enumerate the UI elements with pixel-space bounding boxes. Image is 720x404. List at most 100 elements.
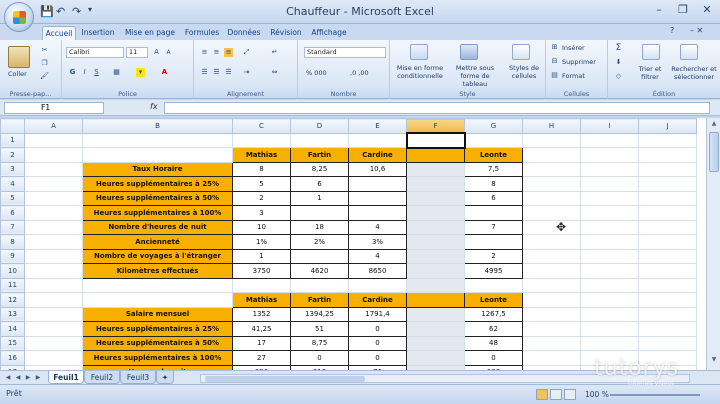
cell-f[interactable] bbox=[405, 132, 466, 149]
cell-c[interactable]: 1352 bbox=[232, 306, 291, 322]
cell-h[interactable] bbox=[522, 277, 581, 293]
row-header[interactable]: 6 bbox=[0, 205, 25, 221]
sheet-tab-feuil1[interactable]: Feuil1 bbox=[48, 371, 84, 384]
align-middle-icon[interactable]: ≡ bbox=[212, 48, 221, 57]
cell-c[interactable]: 3 bbox=[232, 205, 291, 221]
cell-a[interactable] bbox=[24, 277, 83, 293]
row-header[interactable]: 9 bbox=[0, 248, 25, 264]
row-header[interactable]: 1 bbox=[0, 132, 25, 148]
paste-label[interactable]: Coller bbox=[8, 70, 27, 78]
cell-b[interactable] bbox=[82, 292, 233, 308]
cell-b[interactable]: Nombre de voyages à l'étranger bbox=[82, 248, 233, 264]
cell-g[interactable]: 6 bbox=[464, 190, 523, 206]
cell-h[interactable] bbox=[522, 161, 581, 177]
cell-j[interactable] bbox=[638, 263, 697, 279]
cell-c[interactable]: 2 bbox=[232, 190, 291, 206]
cell-a[interactable] bbox=[24, 147, 83, 163]
cell-d[interactable]: 1394,25 bbox=[290, 306, 349, 322]
spreadsheet-grid[interactable]: A B C D E F G H I J 1 2 Mathias Fartin Cardi… bbox=[0, 118, 706, 370]
insert-button[interactable]: Insérer bbox=[562, 44, 585, 52]
cell-h[interactable] bbox=[522, 335, 581, 351]
cell-d[interactable]: 0 bbox=[290, 350, 349, 366]
cell-d[interactable]: 2% bbox=[290, 234, 349, 250]
page-layout-view-icon[interactable] bbox=[550, 389, 562, 400]
tab-revision[interactable]: Révision bbox=[268, 26, 304, 40]
name-box[interactable]: F1 bbox=[4, 102, 104, 114]
cell-d[interactable]: 18 bbox=[290, 219, 349, 235]
cell-e[interactable] bbox=[348, 277, 407, 293]
cell-b[interactable] bbox=[82, 132, 233, 148]
conditional-format-icon[interactable] bbox=[410, 44, 428, 60]
cell-i[interactable] bbox=[580, 277, 639, 293]
cell-i[interactable] bbox=[580, 234, 639, 250]
zoom-slider[interactable] bbox=[610, 394, 700, 396]
align-center-icon[interactable]: ☰ bbox=[212, 68, 221, 77]
scroll-down-icon[interactable]: ▼ bbox=[709, 356, 719, 366]
vertical-scrollbar[interactable]: ▲ ▼ bbox=[706, 118, 720, 370]
cell-j[interactable] bbox=[638, 132, 697, 148]
cell-b[interactable]: Kilomètres effectués bbox=[82, 263, 233, 279]
cell-f[interactable] bbox=[406, 219, 465, 235]
cell-j[interactable] bbox=[638, 176, 697, 192]
cell-j[interactable] bbox=[638, 277, 697, 293]
cell-f[interactable] bbox=[406, 176, 465, 192]
cell-e[interactable] bbox=[348, 190, 407, 206]
restore-button[interactable]: ❐ bbox=[672, 2, 694, 18]
cell-g[interactable]: 7 bbox=[464, 219, 523, 235]
cell-g[interactable]: Leonte bbox=[464, 147, 523, 163]
underline-icon[interactable]: S bbox=[92, 68, 101, 77]
cell-styles-icon[interactable] bbox=[512, 44, 530, 60]
minimize-button[interactable]: – bbox=[648, 2, 670, 18]
ribbon-minimize-icon[interactable]: – ✕ bbox=[690, 26, 703, 35]
cell-a[interactable] bbox=[24, 176, 83, 192]
row-header[interactable]: 10 bbox=[0, 263, 25, 279]
row-header[interactable]: 13 bbox=[0, 306, 25, 322]
cell-b[interactable] bbox=[82, 277, 233, 293]
row-header[interactable]: 12 bbox=[0, 292, 25, 308]
cell-h[interactable] bbox=[522, 263, 581, 279]
delete-button[interactable]: Supprimer bbox=[562, 58, 596, 66]
borders-icon[interactable]: ▦ bbox=[112, 68, 121, 77]
first-sheet-icon[interactable]: ◀ bbox=[4, 373, 12, 383]
column-header-i[interactable]: I bbox=[580, 118, 639, 134]
cell-i[interactable] bbox=[580, 219, 639, 235]
cell-g[interactable] bbox=[464, 277, 523, 293]
cell-c[interactable]: 3750 bbox=[232, 263, 291, 279]
cell-f[interactable] bbox=[406, 161, 465, 177]
cell-i[interactable] bbox=[580, 132, 639, 148]
row-header[interactable]: 15 bbox=[0, 335, 25, 351]
cell-j[interactable] bbox=[638, 161, 697, 177]
cell-g[interactable] bbox=[464, 234, 523, 250]
align-right-icon[interactable]: ☰ bbox=[224, 68, 233, 77]
cell-j[interactable] bbox=[638, 335, 697, 351]
cell-a[interactable] bbox=[24, 335, 83, 351]
help-icon[interactable]: ? bbox=[670, 26, 674, 35]
cell-h[interactable] bbox=[522, 190, 581, 206]
cell-a[interactable] bbox=[24, 292, 83, 308]
cell-i[interactable] bbox=[580, 321, 639, 337]
cell-b[interactable]: Heures supplémentaires à 100% bbox=[82, 350, 233, 366]
cell-j[interactable] bbox=[638, 234, 697, 250]
cell-e[interactable]: 0 bbox=[348, 321, 407, 337]
grow-font-icon[interactable]: A bbox=[152, 48, 161, 57]
cell-d[interactable]: 8,25 bbox=[290, 161, 349, 177]
column-header-a[interactable]: A bbox=[24, 118, 83, 134]
font-color-icon[interactable]: A bbox=[160, 68, 169, 77]
cell-d[interactable]: 6 bbox=[290, 176, 349, 192]
cell-j[interactable] bbox=[638, 147, 697, 163]
cell-i[interactable] bbox=[580, 205, 639, 221]
cell-a[interactable] bbox=[24, 161, 83, 177]
insert-sheet-icon[interactable]: ✦ bbox=[156, 371, 174, 384]
cell-c[interactable]: 27 bbox=[232, 350, 291, 366]
cell-c[interactable]: 17 bbox=[232, 335, 291, 351]
number-decimals[interactable]: ,0 ,00 bbox=[350, 69, 369, 77]
table-format-icon[interactable] bbox=[460, 44, 478, 60]
row-header[interactable]: 3 bbox=[0, 161, 25, 177]
next-sheet-icon[interactable]: ▶ bbox=[24, 373, 32, 383]
cell-g[interactable]: 4995 bbox=[464, 263, 523, 279]
bold-icon[interactable]: G bbox=[68, 68, 77, 77]
cell-i[interactable] bbox=[580, 176, 639, 192]
number-symbols[interactable]: % 000 bbox=[306, 69, 327, 77]
row-header[interactable]: 4 bbox=[0, 176, 25, 192]
tab-insertion[interactable]: Insertion bbox=[80, 26, 116, 40]
